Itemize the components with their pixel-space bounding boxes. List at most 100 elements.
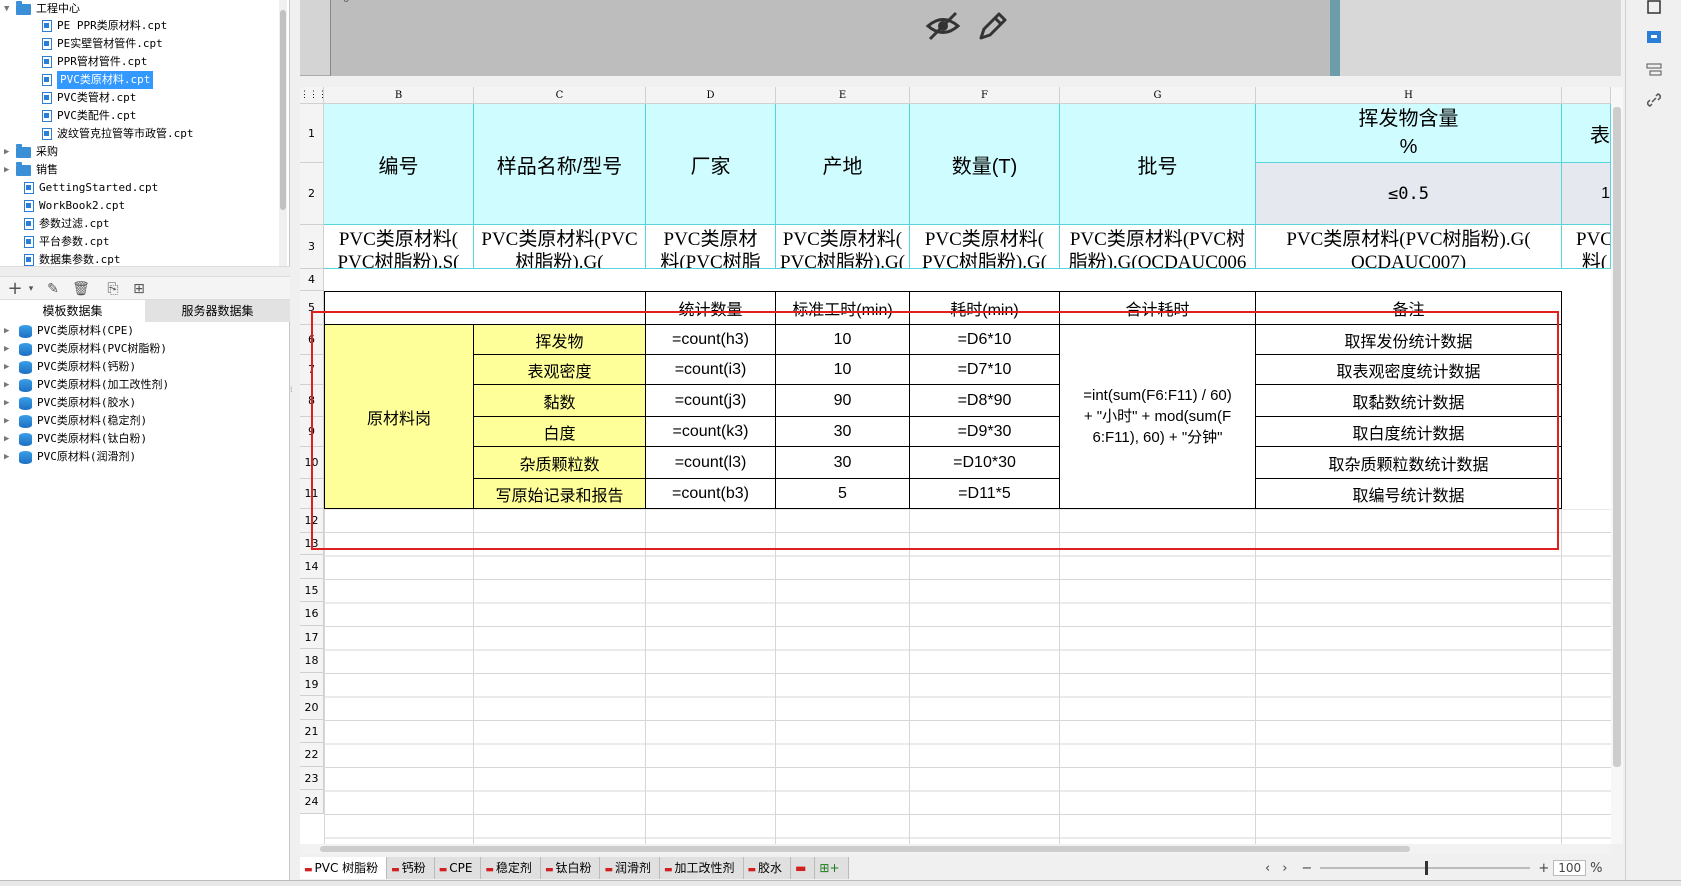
zoom-slider-knob[interactable] [1425,861,1429,875]
column-header-f[interactable]: F [910,87,1060,104]
parameter-pane-edge[interactable] [1330,0,1340,76]
column-header-i[interactable] [1562,87,1611,104]
sheet-tab[interactable]: ▬ 加工改性剂 [660,857,744,879]
column-header-b[interactable]: B [324,87,474,104]
tree-file[interactable]: 参数过滤.cpt [24,215,110,233]
row-header[interactable]: 18 [300,649,324,673]
row-header[interactable]: 24 [300,790,324,814]
row-header[interactable]: 2 [300,163,324,225]
empty-cells-area[interactable] [324,509,1611,844]
expand-arrow-icon[interactable]: ▶ [4,394,16,412]
data-cell[interactable]: PVC类原材料(PVC 树脂粉).G( [474,225,646,269]
expand-arrow-icon[interactable]: ▶ [4,340,16,358]
tab-server-dataset[interactable]: 服务器数据集 [145,300,290,322]
header-cell-volatile[interactable]: 挥发物含量 % [1256,104,1562,163]
expand-arrow-icon[interactable]: ▶ [4,143,16,161]
zoom-value[interactable]: 100 [1553,860,1587,876]
scroll-right-icon[interactable]: › [1282,861,1287,876]
sheet-tab[interactable]: ▬ 润滑剂 [600,857,660,879]
sheet-tab[interactable]: ▬ CPE [434,857,482,879]
data-cell[interactable]: PVC 料( [1562,225,1611,269]
tree-file[interactable]: 平台参数.cpt [24,233,110,251]
tree-file[interactable]: PPR管材管件.cpt [42,53,147,71]
dropdown-arrow-icon[interactable]: ▾ [22,280,40,298]
row-header[interactable]: 21 [300,720,324,743]
header-cell-manufacturer[interactable]: 厂家 [646,104,776,225]
row-header[interactable]: 22 [300,743,324,767]
delete-icon[interactable]: 🗑 [72,280,90,298]
tree-scrollbar[interactable] [279,0,287,266]
data-cell[interactable]: PVC类原材料(PVC树 脂粉).G(QCDAUC006 [1060,225,1256,269]
column-header-g[interactable]: G [1060,87,1256,104]
row-header[interactable]: 20 [300,696,324,720]
dataset-item[interactable]: ▶ PVC类原材料(钛白粉) [0,430,147,448]
server-dataset-icon[interactable]: ⊞ [130,280,148,298]
row-header[interactable]: 23 [300,767,324,790]
dataset-item[interactable]: ▶ PVC原材料(润滑剂) [0,448,136,466]
sheet-tab[interactable]: ▬ 胶水 [743,857,792,879]
dataset-item[interactable]: ▶ PVC类原材料(PVC树脂粉) [0,340,167,358]
header-cell-density[interactable]: 表 [1562,104,1611,163]
hide-icon[interactable] [925,10,961,42]
zoom-out-icon[interactable]: − [1301,861,1312,876]
column-header-e[interactable]: E [776,87,910,104]
element-property-icon[interactable] [1646,30,1662,46]
row-header[interactable]: 14 [300,555,324,579]
tree-file-selected[interactable]: PVC类原材料.cpt [42,71,154,89]
tree-file[interactable]: 波纹管克拉管等市政管.cpt [42,125,194,143]
tab-template-dataset[interactable]: 模板数据集 [0,300,145,322]
expand-arrow-icon[interactable]: ▶ [4,448,16,466]
data-cell[interactable]: PVC类原材料(PVC树脂粉).G( QCDAUC007) [1256,225,1562,269]
add-dashboard-sheet-icon[interactable]: ⊞+ [815,857,849,879]
header-cell-density-limit[interactable]: 1 [1562,163,1611,225]
tree-file[interactable]: PE实壁管材管件.cpt [42,35,163,53]
expand-arrow-icon[interactable]: ▶ [4,376,16,394]
expand-arrow-icon[interactable]: ▶ [4,322,16,340]
select-all-corner[interactable]: ⋮⋮⋮ [300,87,327,104]
zoom-slider[interactable] [1320,861,1531,875]
tree-file[interactable]: PVC类配件.cpt [42,107,136,125]
column-header-h[interactable]: H [1256,87,1562,104]
horizontal-scrollbar[interactable] [300,844,1611,854]
expand-arrow-icon[interactable]: ▶ [4,358,16,376]
data-cell[interactable]: PVC类原材 料(PVC树脂 [646,225,776,269]
sheet-tab[interactable]: ▬ 钙粉 [387,857,435,879]
data-cell[interactable]: PVC类原材料( PVC树脂粉).G( [910,225,1060,269]
expand-arrow-icon[interactable]: ▶ [4,430,16,448]
data-cell[interactable]: PVC类原材料( PVC树脂粉).S( [324,225,474,269]
dataset-item[interactable]: ▶ PVC类原材料(加工改性剂) [0,376,169,394]
panel-splitter-handle[interactable]: ⁞ [290,385,294,395]
tree-folder-purchase[interactable]: ▶ 采购 [4,143,58,161]
edit-icon[interactable]: ✎ [44,280,62,298]
row-header[interactable]: 16 [300,602,324,626]
header-cell-id[interactable]: 编号 [324,104,474,225]
expand-arrow-icon[interactable]: ▶ [4,412,16,430]
header-cell-sample-name[interactable]: 样品名称/型号 [474,104,646,225]
expand-arrow-icon[interactable]: ▼ [4,0,16,18]
tree-file[interactable]: 数据集参数.cpt [24,251,121,266]
row-header[interactable]: 3 [300,225,324,269]
dataset-item[interactable]: ▶ PVC类原材料(稳定剂) [0,412,147,430]
hyperlink-icon[interactable] [1646,92,1662,108]
zoom-in-icon[interactable]: + [1538,861,1549,876]
row-header[interactable]: 17 [300,626,324,649]
tree-file[interactable]: WorkBook2.cpt [24,197,125,215]
column-header-d[interactable]: D [646,87,776,104]
tree-file[interactable]: PVC类管材.cpt [42,89,136,107]
scroll-left-icon[interactable]: ‹ [1265,861,1270,876]
edit-pencil-icon[interactable] [975,10,1009,44]
header-cell-quantity[interactable]: 数量(T) [910,104,1060,225]
expand-arrow-icon[interactable]: ▶ [4,161,16,179]
sheet-tab[interactable]: ▬ PVC 树脂粉 [300,857,388,879]
tree-folder-sales[interactable]: ▶ 销售 [4,161,58,179]
dataset-item[interactable]: ▶ PVC类原材料(钙粉) [0,358,136,376]
row-header[interactable]: 4 [300,269,324,291]
vertical-scrollbar[interactable] [1611,87,1623,844]
tree-file[interactable]: GettingStarted.cpt [24,179,158,197]
row-header[interactable]: 1 [300,104,324,163]
widget-settings-icon[interactable] [1646,62,1662,78]
tree-file[interactable]: PE PPR类原材料.cpt [42,17,167,35]
data-cell[interactable]: PVC类原材料( PVC树脂粉).G( [776,225,910,269]
header-cell-batch[interactable]: 批号 [1060,104,1256,225]
column-header-c[interactable]: C [474,87,646,104]
